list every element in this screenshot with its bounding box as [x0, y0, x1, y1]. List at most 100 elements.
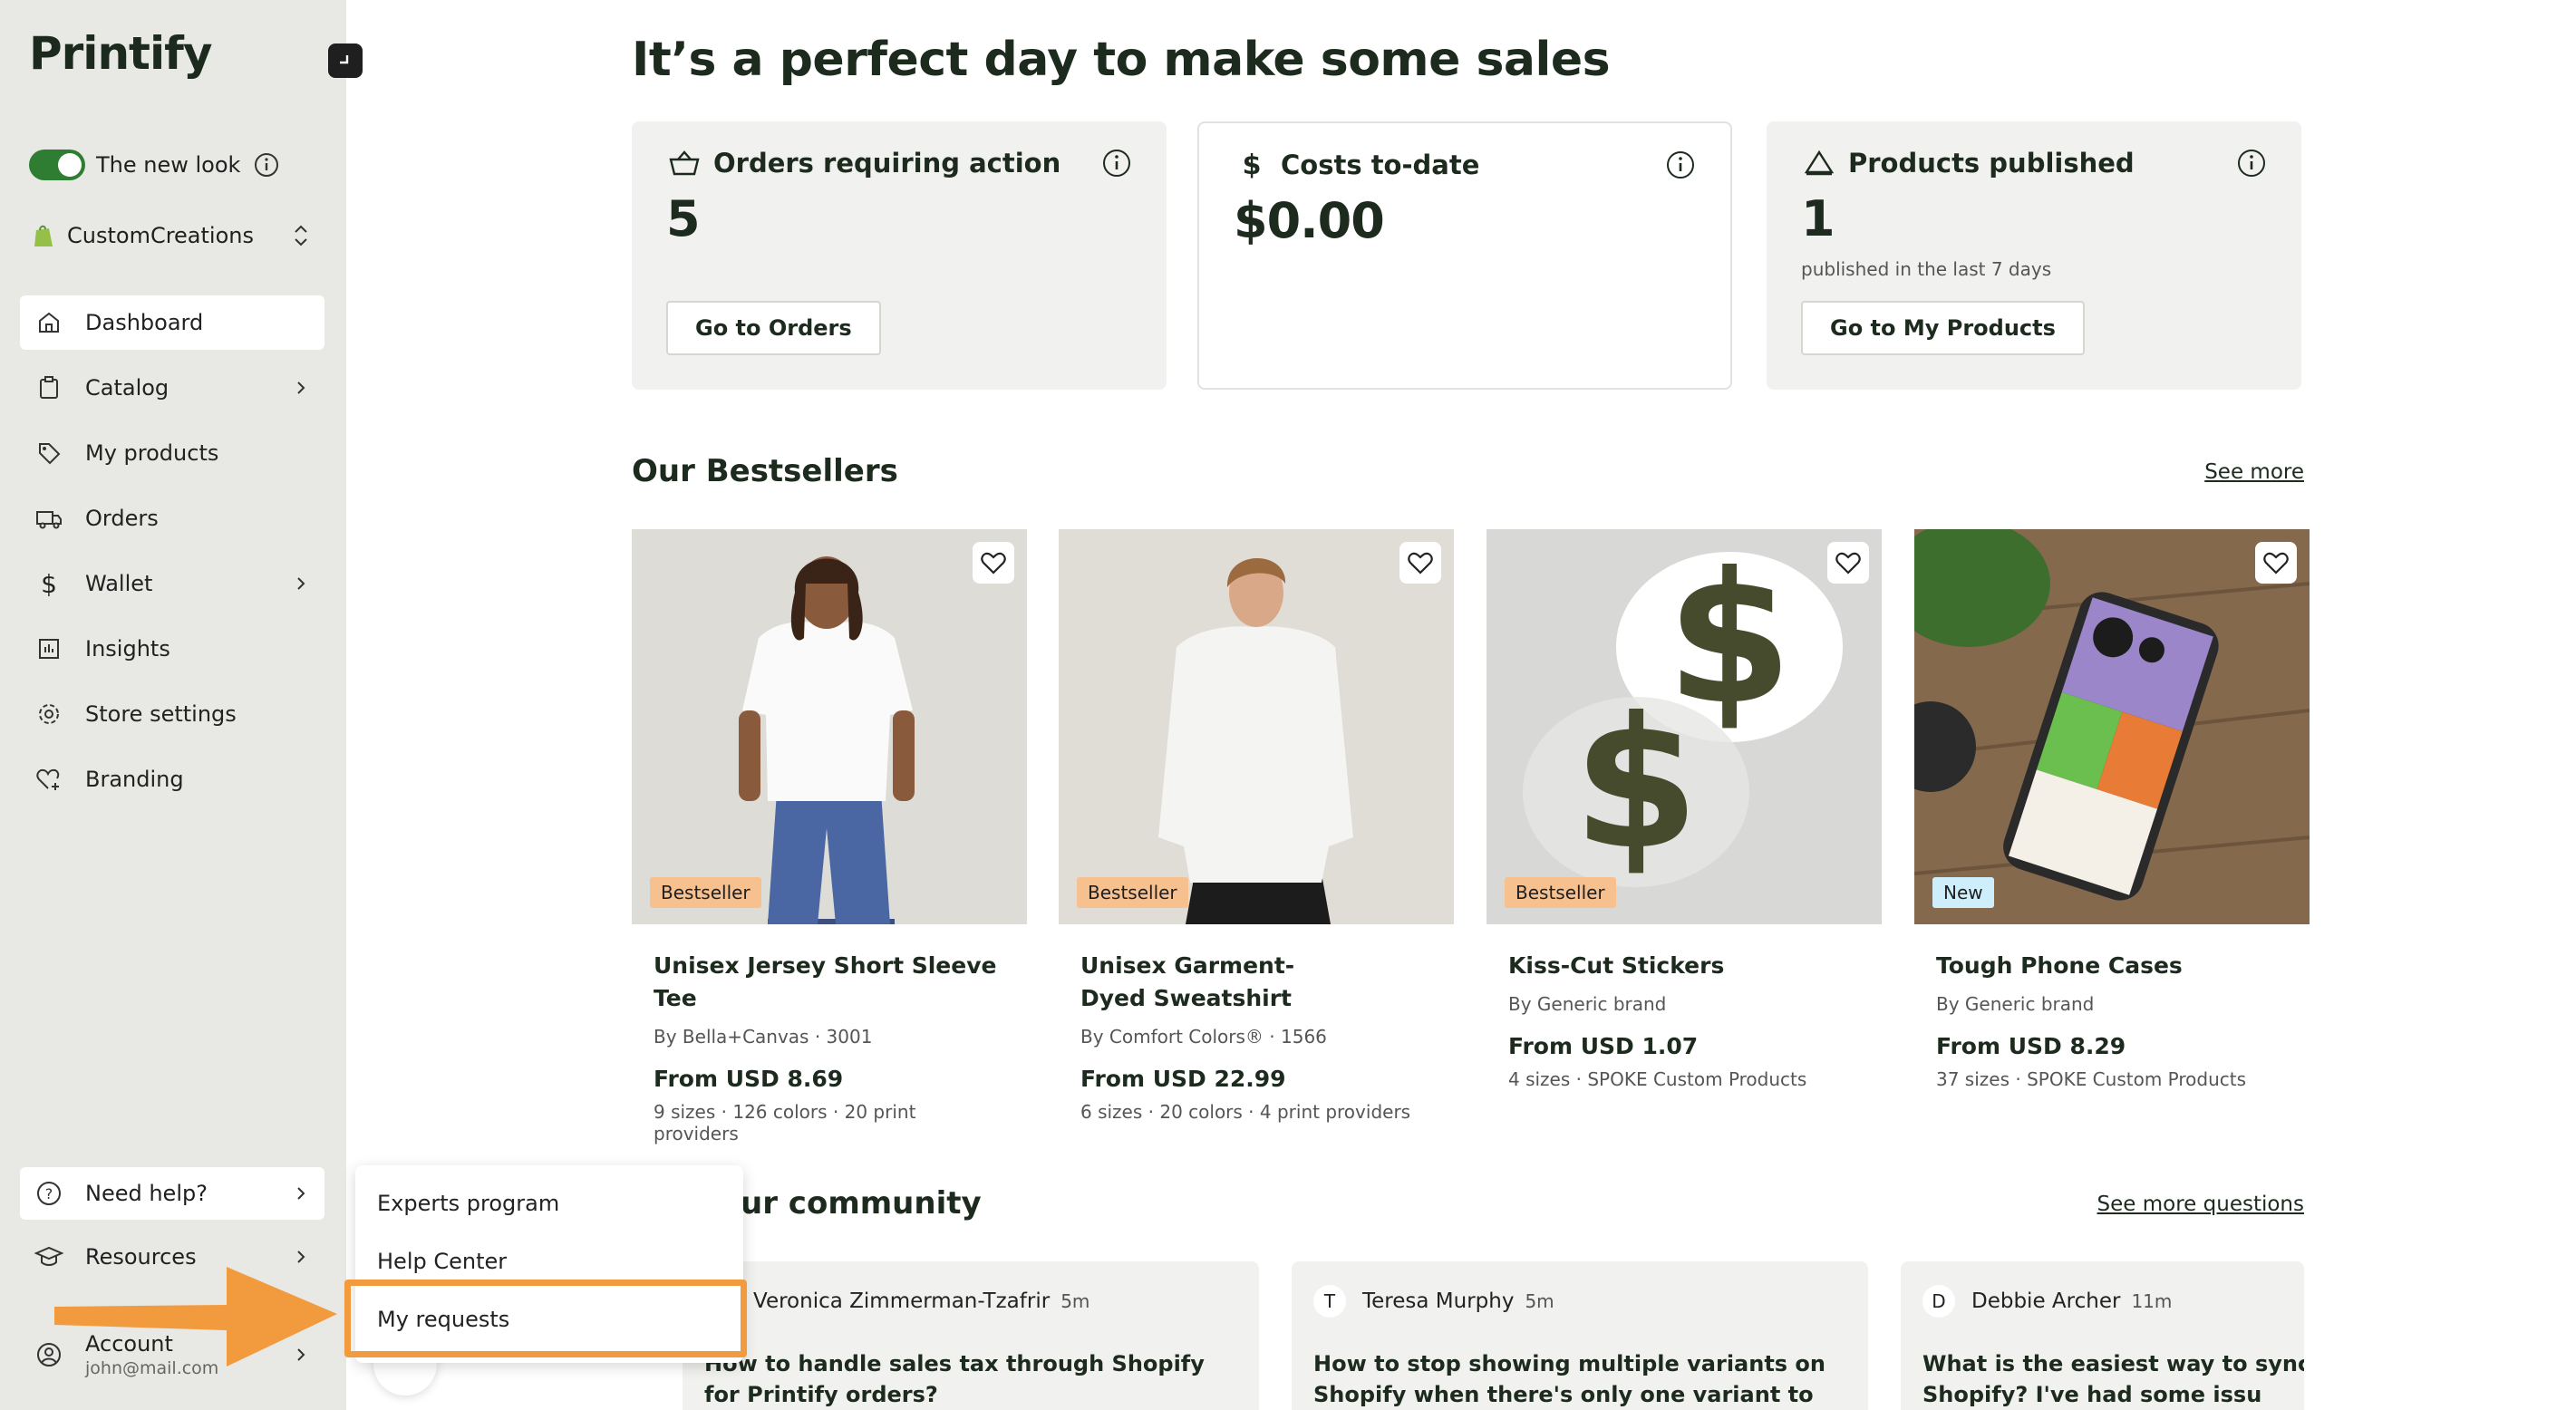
costs-card-title: Costs to-date [1281, 150, 1480, 180]
product-name: Unisex Jersey Short Sleeve Tee [654, 952, 997, 1011]
product-meta: 9 sizes · 126 colors · 20 print provider… [654, 1101, 916, 1144]
heart-plus-icon [34, 765, 63, 794]
products-published-card: Products published 1 published in the la… [1767, 121, 2301, 390]
see-more-questions-link[interactable]: See more questions [2097, 1193, 2304, 1216]
chart-icon [34, 634, 63, 663]
info-icon[interactable] [1665, 150, 1696, 180]
printify-logo[interactable]: Printify [29, 27, 212, 80]
favorite-heart-icon[interactable] [973, 542, 1014, 584]
menu-item-experts-program[interactable]: Experts program [355, 1174, 743, 1232]
post-author: Teresa Murphy [1362, 1289, 1515, 1313]
chevron-right-icon [292, 379, 310, 397]
info-icon[interactable] [2236, 148, 2267, 179]
chevron-right-icon [292, 575, 310, 593]
bestseller-badge: Bestseller [1077, 877, 1188, 908]
new-look-toggle-row: The new look [29, 149, 280, 181]
product-card[interactable]: $ $ Bestseller Kiss-Cut Stickers By Gene… [1487, 529, 1882, 1090]
products-card-value: 1 [1801, 190, 1835, 247]
product-meta: 37 sizes · SPOKE Custom Products [1936, 1068, 2247, 1090]
go-to-my-products-button[interactable]: Go to My Products [1801, 301, 2085, 355]
sidebar-item-dashboard[interactable]: Dashboard [20, 295, 324, 350]
need-help-button[interactable]: ? Need help? [20, 1167, 324, 1220]
product-image-phone-case: New [1914, 529, 2310, 924]
info-icon[interactable] [1101, 148, 1132, 179]
sidebar-item-branding[interactable]: Branding [20, 752, 324, 806]
sidebar-item-store-settings[interactable]: Store settings [20, 687, 324, 741]
favorite-heart-icon[interactable] [1399, 542, 1441, 584]
product-brand: By Bella+Canvas · 3001 [654, 1026, 873, 1048]
sidebar-item-insights[interactable]: Insights [20, 622, 324, 676]
sidebar-item-wallet[interactable]: $ Wallet [20, 556, 324, 611]
collapse-sidebar-button[interactable] [328, 43, 363, 78]
tag-icon [34, 439, 63, 468]
product-name: Tough Phone Cases [1936, 952, 2183, 979]
avatar: T [1313, 1285, 1346, 1318]
product-price: From USD 8.69 [654, 1066, 844, 1092]
go-to-orders-button[interactable]: Go to Orders [666, 301, 881, 355]
post-time: 5m [1060, 1290, 1090, 1312]
favorite-heart-icon[interactable] [2255, 542, 2297, 584]
product-brand: By Comfort Colors® · 1566 [1080, 1026, 1327, 1048]
home-icon [34, 308, 63, 337]
costs-card: $ Costs to-date $0.00 [1197, 121, 1732, 390]
avatar: D [1922, 1285, 1955, 1318]
community-title: ur community [741, 1185, 982, 1222]
bestseller-badge: Bestseller [650, 877, 761, 908]
gear-icon [34, 700, 63, 729]
info-icon[interactable] [253, 151, 280, 179]
post-author: Veronica Zimmerman-Tzafrir [753, 1289, 1051, 1313]
product-card[interactable]: Bestseller Unisex Garment-Dyed Sweatshir… [1059, 529, 1454, 1123]
sidebar-item-my-products[interactable]: My products [20, 426, 324, 480]
bestsellers-title: Our Bestsellers [632, 453, 898, 489]
pointer-arrow-icon [54, 1267, 337, 1367]
svg-text:$: $ [1573, 679, 1699, 890]
community-post[interactable]: D Debbie Archer 11m What is the easiest … [1901, 1261, 2304, 1410]
post-author: Debbie Archer [1971, 1289, 2121, 1313]
orders-card: Orders requiring action 5 Go to Orders [632, 121, 1167, 390]
dollar-icon: $ [41, 568, 57, 599]
question-icon: ? [34, 1179, 63, 1208]
product-meta: 6 sizes · 20 colors · 4 print providers [1080, 1101, 1411, 1123]
new-badge: New [1932, 877, 1994, 908]
post-question: How to handle sales tax through Shopify … [704, 1351, 1205, 1407]
post-question: How to stop showing multiple variants on… [1313, 1351, 1826, 1407]
store-switcher[interactable]: CustomCreations [33, 217, 310, 254]
publish-icon [1801, 145, 1837, 181]
dollar-icon: $ [1242, 149, 1262, 181]
product-name: Kiss-Cut Stickers [1508, 952, 1725, 979]
product-image-tee: Bestseller [632, 529, 1027, 924]
highlight-box [344, 1280, 747, 1357]
new-look-toggle[interactable] [29, 150, 85, 180]
favorite-heart-icon[interactable] [1827, 542, 1869, 584]
product-meta: 4 sizes · SPOKE Custom Products [1508, 1068, 1807, 1090]
sidebar-nav: Dashboard Catalog My products Orders $ W… [20, 295, 324, 817]
collapse-icon [340, 55, 349, 64]
product-price: From USD 8.29 [1936, 1033, 2126, 1059]
product-image-sweatshirt: Bestseller [1059, 529, 1454, 924]
products-card-title: Products published [1848, 148, 2135, 179]
sidebar-item-orders[interactable]: Orders [20, 491, 324, 546]
community-post[interactable]: V Veronica Zimmerman-Tzafrir 5m How to h… [683, 1261, 1259, 1410]
sidebar: Printify The new look CustomCreations Da… [0, 0, 346, 1410]
product-card[interactable]: Bestseller Unisex Jersey Short Sleeve Te… [632, 529, 1027, 1144]
orders-card-value: 5 [666, 190, 701, 247]
costs-card-value: $0.00 [1234, 192, 1385, 249]
post-question: What is the easiest way to sync i and Sh… [1922, 1351, 2304, 1407]
chevron-updown-icon [292, 222, 310, 249]
see-more-link[interactable]: See more [2204, 460, 2304, 484]
product-price: From USD 22.99 [1080, 1066, 1286, 1092]
new-look-label: The new look [96, 152, 241, 178]
basket-icon [666, 145, 702, 181]
svg-text:?: ? [45, 1185, 53, 1202]
community-post[interactable]: T Teresa Murphy 5m How to stop showing m… [1292, 1261, 1868, 1410]
product-brand: By Generic brand [1508, 993, 1667, 1015]
sidebar-item-catalog[interactable]: Catalog [20, 361, 324, 415]
post-time: 11m [2131, 1290, 2173, 1312]
orders-card-title: Orders requiring action [713, 148, 1061, 179]
page-title: It’s a perfect day to make some sales [632, 33, 1611, 87]
post-time: 5m [1525, 1290, 1554, 1312]
product-card[interactable]: New Tough Phone Cases By Generic brand F… [1914, 529, 2310, 1090]
truck-icon [34, 504, 63, 533]
product-name: Unisex Garment-Dyed Sweatshirt [1080, 952, 1295, 1011]
chevron-right-icon [292, 1184, 310, 1202]
